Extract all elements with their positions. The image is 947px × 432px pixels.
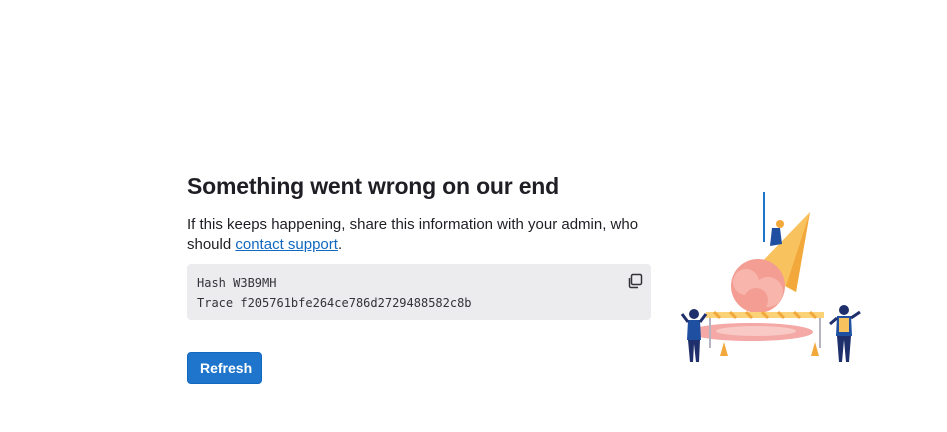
error-content: Something went wrong on our end If this … <box>187 170 651 320</box>
copy-icon <box>628 273 643 289</box>
trace-line: Trace f205761bfe264ce786d2729488582c8b <box>197 296 472 310</box>
error-details-box: Hash W3B9MH Trace f205761bfe264ce786d272… <box>187 264 651 320</box>
worker-right <box>829 305 861 362</box>
hash-line: Hash W3B9MH <box>197 276 277 290</box>
page-title: Something went wrong on our end <box>187 173 559 199</box>
message-period: . <box>337 236 343 253</box>
contact-support-link[interactable]: contact support <box>235 236 338 253</box>
error-message: If this keeps happening, share this info… <box>187 215 651 255</box>
error-page: Something went wrong on our end If this … <box>0 0 947 432</box>
copy-button[interactable] <box>625 271 645 291</box>
refresh-button[interactable]: Refresh <box>187 352 262 384</box>
traffic-cone-left <box>720 342 728 356</box>
melted-ice-cream-illustration <box>680 192 861 362</box>
traffic-cone-right <box>811 342 819 356</box>
